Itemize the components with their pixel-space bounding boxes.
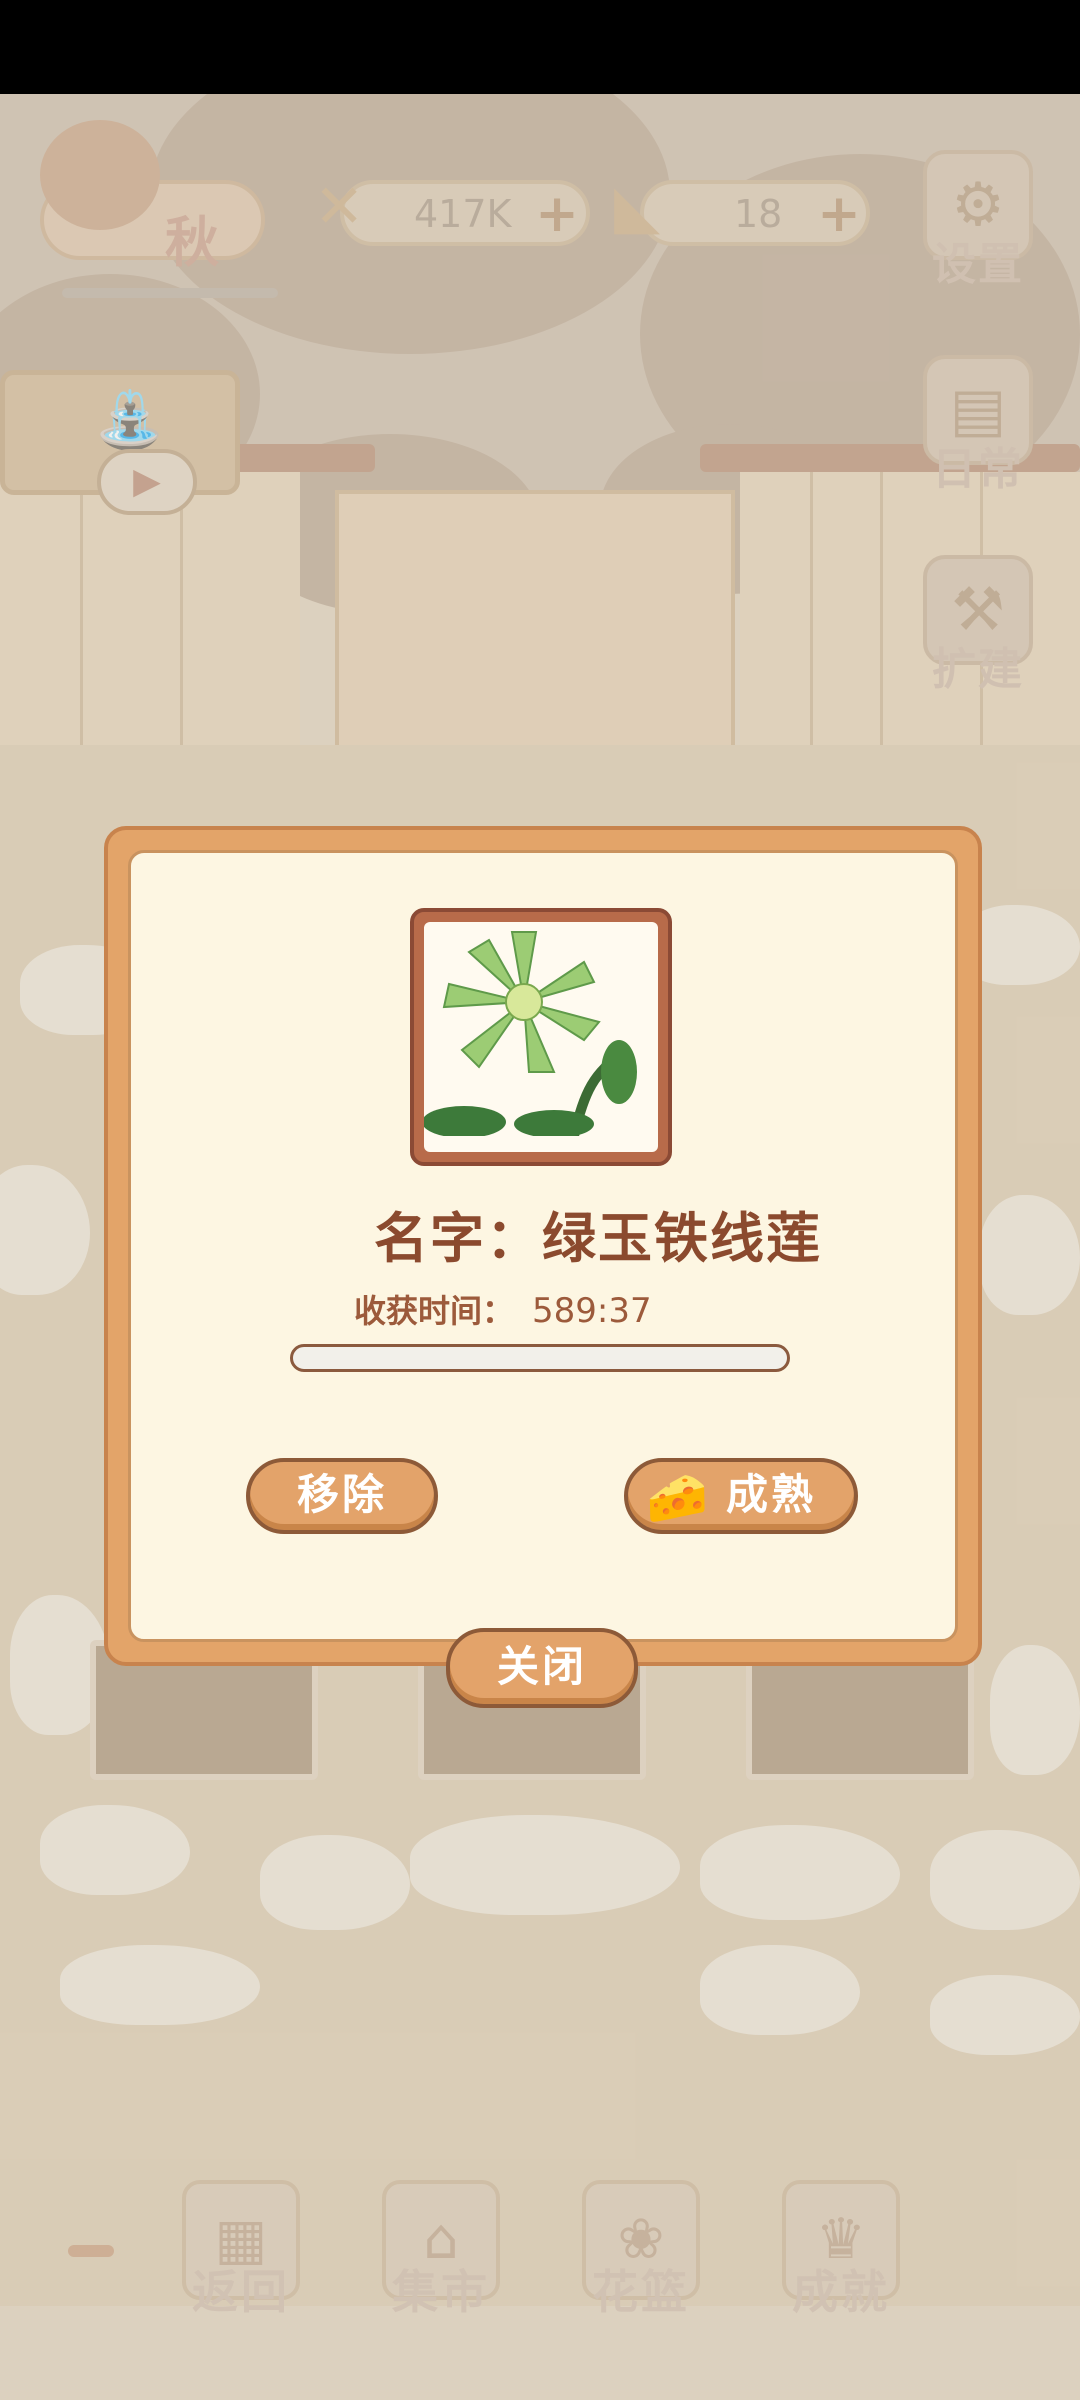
harvest-time-row: 收获时间： 589:37 [354, 1286, 652, 1332]
close-button[interactable]: 关闭 [446, 1628, 638, 1708]
status-bar [0, 0, 1080, 94]
plant-portrait-frame [410, 908, 672, 1166]
growth-progress-bar [290, 1344, 790, 1372]
harvest-time-label: 收获时间： [354, 1292, 515, 1330]
plant-name: 名字：绿玉铁线莲 [374, 1207, 822, 1270]
mature-button-label: 成熟 [725, 1470, 816, 1519]
flower-icon [424, 931, 637, 1138]
clematis-flower-image [424, 922, 658, 1152]
cheese-icon: 🧀 [646, 1469, 712, 1527]
remove-button[interactable]: 移除 [246, 1458, 438, 1534]
harvest-time-value: 589:37 [532, 1291, 652, 1331]
mature-button[interactable]: 🧀 成熟 [624, 1458, 858, 1534]
